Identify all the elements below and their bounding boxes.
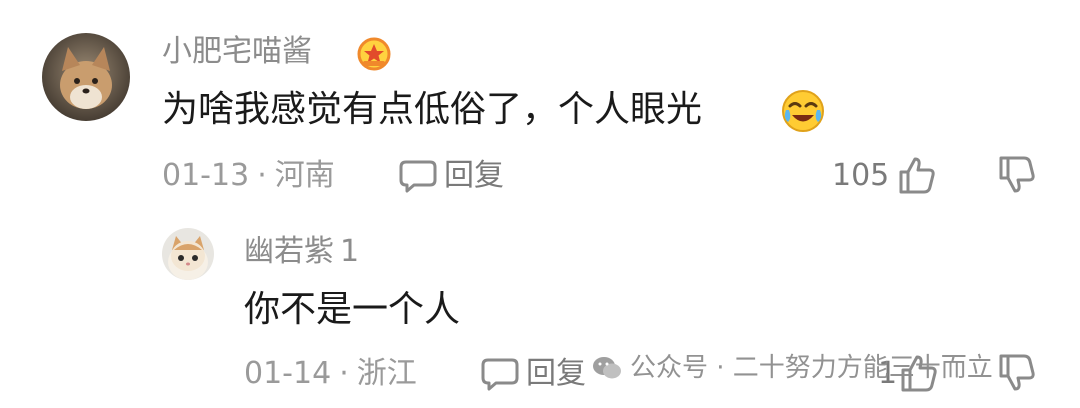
star-medal-icon xyxy=(356,36,392,72)
avatar-comment-author[interactable] xyxy=(42,33,130,121)
comment-like-count: 105 xyxy=(832,158,890,193)
watermark: 公众号 · 二十努力方能三十而立 xyxy=(592,352,993,384)
reply-username[interactable]: 幽若紫 1 xyxy=(244,234,359,270)
thumbs-up-icon[interactable] xyxy=(896,154,938,196)
wechat-icon xyxy=(592,355,622,381)
laughing-crying-emoji-icon xyxy=(780,88,826,134)
comment-reply-button[interactable]: 回复 xyxy=(398,158,504,194)
reply-text: 你不是一个人 xyxy=(244,289,461,330)
thumbs-down-icon[interactable] xyxy=(996,352,1038,394)
reply-label: 回复 xyxy=(526,356,586,391)
meta-separator: · xyxy=(339,356,349,391)
reply-username-text: 幽若紫 xyxy=(244,234,334,269)
comment-text: 为啥我感觉有点低俗了，个人眼光 xyxy=(162,89,703,130)
comment-date: 01-13 xyxy=(162,158,250,193)
meta-separator: · xyxy=(257,158,267,193)
thumbs-down-icon[interactable] xyxy=(996,154,1038,196)
speech-bubble-icon xyxy=(480,356,520,392)
reply-reply-button[interactable]: 回复 xyxy=(480,356,586,392)
reply-username-suffix: 1 xyxy=(340,234,360,269)
watermark-text: 公众号 · 二十努力方能三十而立 xyxy=(630,353,993,383)
speech-bubble-icon xyxy=(398,158,438,194)
reply-meta: 01-14 · 浙江 xyxy=(244,356,417,392)
reply-location: 浙江 xyxy=(356,356,417,391)
avatar-reply-author[interactable] xyxy=(162,228,214,280)
comment-username[interactable]: 小肥宅喵酱 xyxy=(162,34,312,70)
comment-location: 河南 xyxy=(274,158,335,193)
reply-date: 01-14 xyxy=(244,356,332,391)
reply-label: 回复 xyxy=(444,158,504,193)
comment-meta: 01-13 · 河南 xyxy=(162,158,335,194)
